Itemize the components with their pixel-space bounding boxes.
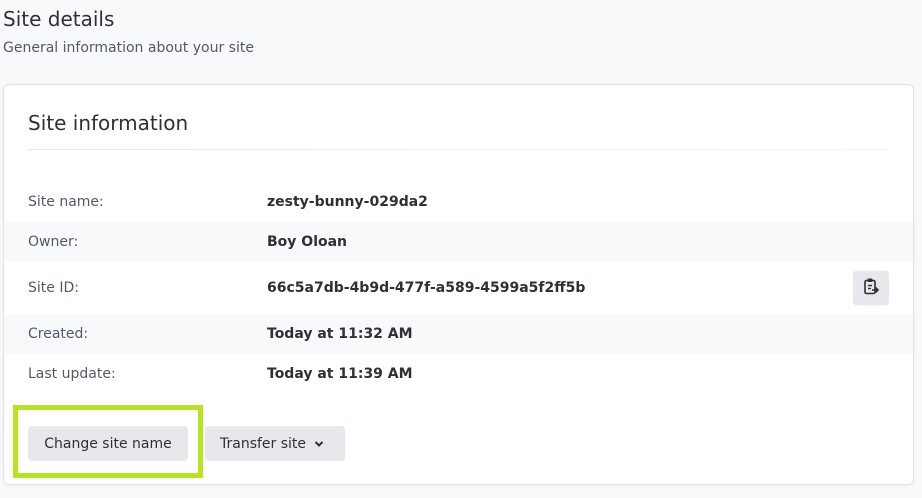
clipboard-copy-icon: [863, 278, 880, 299]
change-site-name-button[interactable]: Change site name: [28, 426, 188, 461]
site-name-value: zesty-bunny-029da2: [267, 194, 428, 210]
site-name-row: Site name: zesty-bunny-029da2: [4, 182, 913, 222]
site-id-label: Site ID:: [28, 280, 79, 296]
card-title: Site information: [28, 111, 189, 135]
site-id-row: Site ID: 66c5a7db-4b9d-477f-a589-4599a5f…: [4, 262, 913, 314]
page-title: Site details: [3, 7, 115, 31]
created-value: Today at 11:32 AM: [267, 326, 413, 342]
copy-site-id-button[interactable]: [853, 270, 889, 306]
transfer-site-button[interactable]: Transfer site: [205, 426, 345, 461]
page-subtitle: General information about your site: [3, 40, 254, 56]
site-id-value: 66c5a7db-4b9d-477f-a589-4599a5f2ff5b: [267, 280, 586, 296]
chevron-down-icon: [314, 436, 324, 452]
owner-label: Owner:: [28, 234, 79, 250]
card-divider: [28, 149, 889, 150]
change-site-name-label: Change site name: [44, 435, 172, 452]
site-name-label: Site name:: [28, 194, 104, 210]
last-update-value: Today at 11:39 AM: [267, 366, 413, 382]
owner-row: Owner: Boy Oloan: [4, 222, 913, 262]
created-label: Created:: [28, 326, 89, 342]
last-update-row: Last update: Today at 11:39 AM: [4, 354, 913, 394]
created-row: Created: Today at 11:32 AM: [4, 314, 913, 354]
last-update-label: Last update:: [28, 366, 116, 382]
owner-value: Boy Oloan: [267, 234, 348, 250]
transfer-site-label: Transfer site: [220, 435, 307, 452]
